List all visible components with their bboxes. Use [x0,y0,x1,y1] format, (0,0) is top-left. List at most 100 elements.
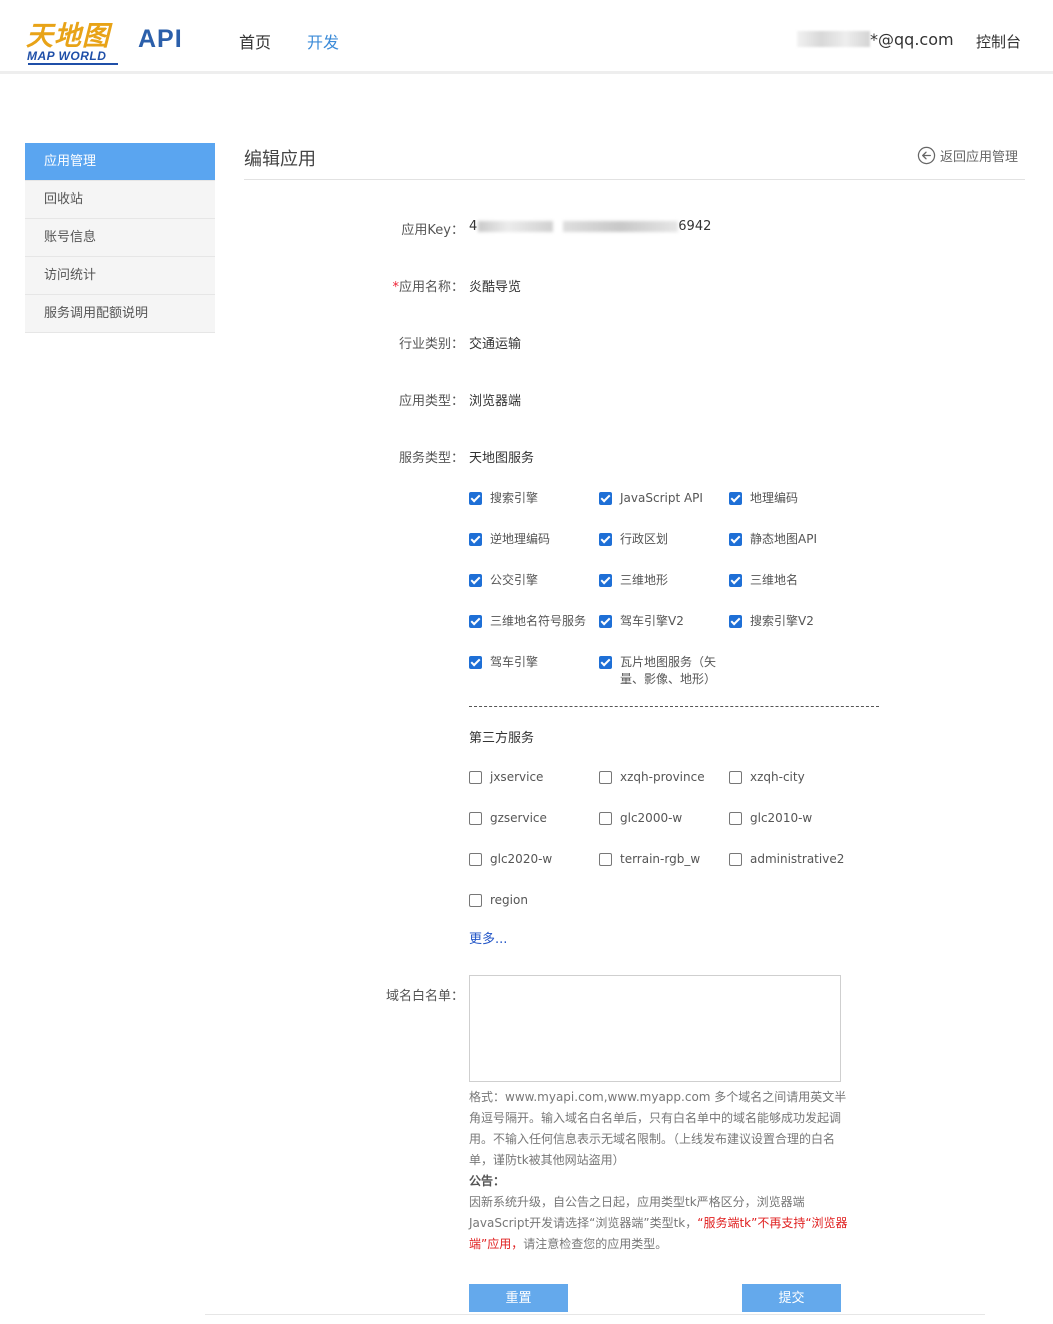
service-label: 搜索引擎V2 [750,614,814,628]
checkbox-empty-icon[interactable] [469,894,482,907]
checkbox-empty-icon[interactable] [469,771,482,784]
service-checkbox[interactable]: 地理编码 [729,490,798,507]
checkbox-checked-icon[interactable] [729,492,742,505]
checkbox-checked-icon[interactable] [469,656,482,669]
checkbox-checked-icon[interactable] [469,492,482,505]
service-checkbox[interactable]: JavaScript API [599,490,703,507]
service-checkbox[interactable]: 三维地名 [729,572,798,589]
third-party-checkbox[interactable]: gzservice [469,810,547,827]
third-party-checkbox[interactable]: xzqh-city [729,769,805,786]
submit-button[interactable]: 提交 [742,1284,841,1312]
third-party-checkbox[interactable]: jxservice [469,769,543,786]
user-email-suffix: *@qq.com [870,30,954,49]
checkbox-checked-icon[interactable] [469,615,482,628]
checkbox-empty-icon[interactable] [469,853,482,866]
third-party-checkbox[interactable]: administrative2 [729,851,844,868]
checkbox-checked-icon[interactable] [599,492,612,505]
notice-title: 公告： [469,1174,506,1188]
third-party-label: administrative2 [750,852,845,866]
sidebar-item-access-stats[interactable]: 访问统计 [25,257,215,295]
more-services-link[interactable]: 更多... [469,928,507,947]
checkbox-checked-icon[interactable] [469,574,482,587]
checkbox-empty-icon[interactable] [729,812,742,825]
third-party-checkbox[interactable]: glc2010-w [729,810,812,827]
third-party-label: xzqh-province [620,770,705,784]
service-checkbox[interactable]: 瓦片地图服务（矢量、影像、地形） [599,654,724,688]
back-link-label: 返回应用管理 [940,150,1019,165]
app-type-value: 浏览器端 [469,394,522,409]
service-label: 三维地名 [750,573,799,587]
service-checkbox[interactable]: 驾车引擎V2 [599,613,684,630]
nav-home[interactable]: 首页 [239,29,271,53]
service-checkbox[interactable]: 逆地理编码 [469,531,550,548]
service-label: 地理编码 [750,491,799,505]
app-key-value: 4 6942 [469,219,711,234]
checkbox-empty-icon[interactable] [729,853,742,866]
third-party-checkbox[interactable]: glc2020-w [469,851,552,868]
reset-button[interactable]: 重置 [469,1284,568,1312]
service-label: JavaScript API [620,491,703,505]
checkbox-checked-icon[interactable] [729,615,742,628]
third-party-checkbox[interactable]: glc2000-w [599,810,682,827]
hint-format-text: 格式：www.myapi.com,www.myapp.com 多个域名之间请用英… [469,1090,847,1167]
service-checkbox[interactable]: 驾车引擎 [469,654,538,671]
whitelist-label: 域名白名单： [385,989,464,1004]
sidebar-item-quota-info[interactable]: 服务调用配额说明 [25,295,215,333]
service-label: 行政区划 [620,532,669,546]
third-party-label: terrain-rgb_w [620,852,701,866]
sidebar-item-account-info[interactable]: 账号信息 [25,219,215,257]
logo-underline [28,63,118,65]
service-checkbox[interactable]: 搜索引擎V2 [729,613,814,630]
service-label: 三维地形 [620,573,669,587]
service-label: 驾车引擎 [490,655,539,669]
service-checkbox[interactable]: 公交引擎 [469,572,538,589]
sidebar-item-app-management[interactable]: 应用管理 [25,143,215,181]
console-link[interactable]: 控制台 [976,31,1021,52]
checkbox-empty-icon[interactable] [599,812,612,825]
bottom-divider [205,1314,985,1315]
checkbox-empty-icon[interactable] [729,771,742,784]
service-label: 搜索引擎 [490,491,539,505]
logo[interactable]: 天地图 MAP WORLD [26,14,121,66]
third-party-label: glc2000-w [620,811,683,825]
checkbox-empty-icon[interactable] [599,853,612,866]
third-party-title: 第三方服务 [469,731,535,746]
notice-tail: 请注意检查您的应用类型。 [523,1237,668,1251]
whitelist-hint: 格式：www.myapi.com,www.myapp.com 多个域名之间请用英… [469,1087,854,1255]
whitelist-textarea[interactable] [469,975,841,1082]
arrow-left-circle-icon [917,146,936,165]
checkbox-checked-icon[interactable] [729,574,742,587]
checkbox-checked-icon[interactable] [729,533,742,546]
service-label: 瓦片地图服务（矢量、影像、地形） [620,655,717,686]
service-checkbox[interactable]: 行政区划 [599,531,668,548]
service-label: 逆地理编码 [490,532,551,546]
checkbox-checked-icon[interactable] [599,574,612,587]
checkbox-checked-icon[interactable] [599,656,612,669]
service-label: 静态地图API [750,532,817,546]
nav-develop[interactable]: 开发 [307,29,339,53]
service-checkbox[interactable]: 三维地名符号服务 [469,613,586,630]
user-email[interactable]: *@qq.com [797,30,954,49]
app-name-label-text: 应用名称： [398,280,464,295]
notice-body: 因新系统升级，自公告之日起，应用类型tk严格区分，浏览器端JavaScript开… [469,1192,854,1255]
third-party-label: glc2020-w [490,852,553,866]
third-party-checkbox[interactable]: region [469,892,528,909]
third-party-label: gzservice [490,811,547,825]
api-label: API [138,25,183,53]
checkbox-checked-icon[interactable] [469,533,482,546]
service-checkbox[interactable]: 静态地图API [729,531,817,548]
back-to-app-management[interactable]: 返回应用管理 [917,146,1018,165]
third-party-checkbox[interactable]: terrain-rgb_w [599,851,700,868]
sidebar-item-recycle-bin[interactable]: 回收站 [25,181,215,219]
checkbox-checked-icon[interactable] [599,533,612,546]
service-checkbox[interactable]: 三维地形 [599,572,668,589]
checkbox-checked-icon[interactable] [599,615,612,628]
checkbox-empty-icon[interactable] [599,771,612,784]
checkbox-empty-icon[interactable] [469,812,482,825]
third-party-label: jxservice [490,770,544,784]
dashed-divider [469,706,879,707]
third-party-checkbox[interactable]: xzqh-province [599,769,705,786]
service-checkbox[interactable]: 搜索引擎 [469,490,538,507]
third-party-label: glc2010-w [750,811,813,825]
email-redaction [797,31,870,47]
